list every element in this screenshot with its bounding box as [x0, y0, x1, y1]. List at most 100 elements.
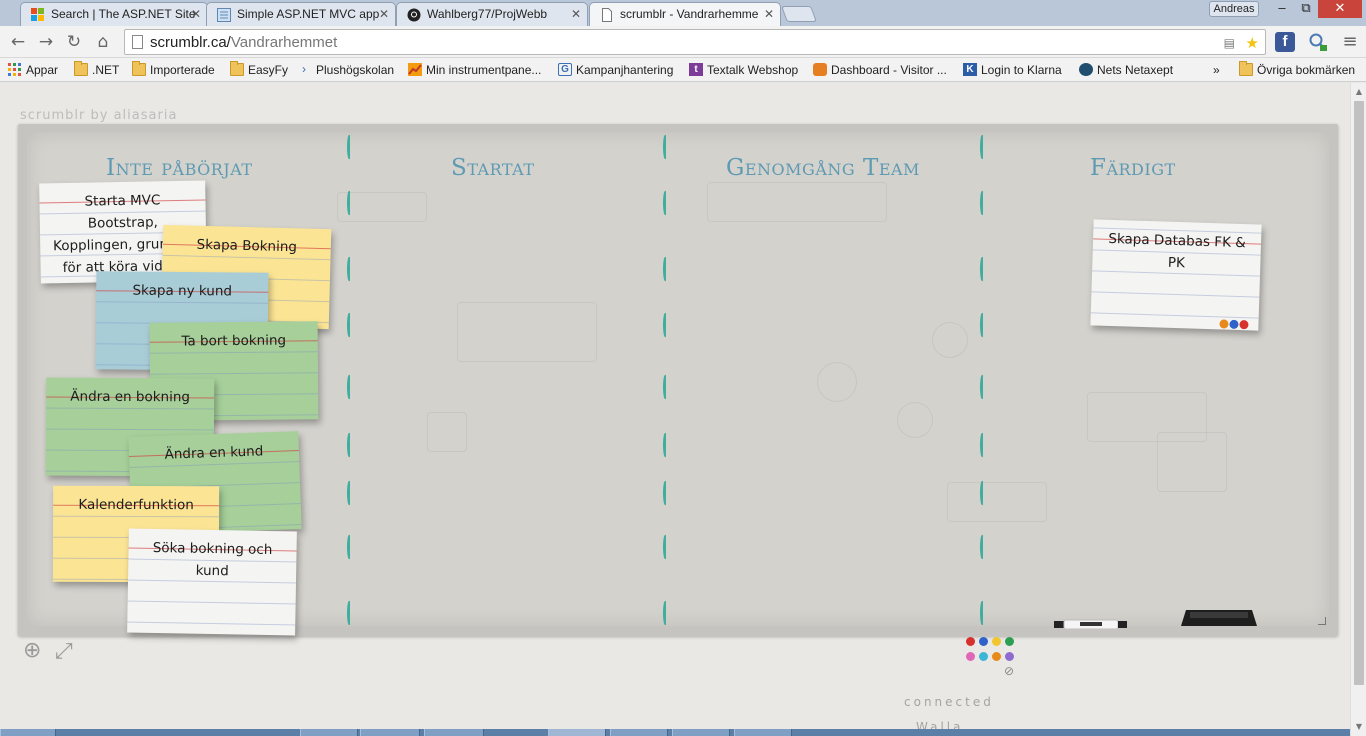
fullscreen-icon[interactable]: ⤢: [55, 641, 73, 663]
dashboard-icon: [813, 63, 827, 76]
bookmark-klarna[interactable]: K Login to Klarna: [963, 61, 1062, 79]
tab-simple-mvc[interactable]: Simple ASP.NET MVC app ✕: [206, 2, 396, 26]
taskbar-item[interactable]: [360, 729, 420, 736]
tab-title: Search | The ASP.NET Site: [51, 7, 196, 21]
user-profile-button[interactable]: Andreas: [1209, 1, 1259, 17]
bookmark-textalk[interactable]: t Textalk Webshop: [689, 61, 798, 79]
bookmark-easyfy[interactable]: EasyFy: [230, 61, 288, 79]
add-card-icon[interactable]: ⊕: [23, 640, 41, 662]
ghost-drawing: [1157, 432, 1227, 492]
minimize-button[interactable]: –: [1270, 0, 1294, 18]
bookmark-importerade[interactable]: Importerade: [132, 61, 215, 79]
folder-icon: [132, 61, 146, 76]
home-button[interactable]: ⌂: [93, 31, 113, 53]
scroll-up-icon[interactable]: ▲: [1354, 87, 1364, 97]
translate-icon[interactable]: ▤: [1224, 34, 1235, 52]
column-header-done[interactable]: Färdigt: [1090, 155, 1176, 181]
close-window-button[interactable]: ✕: [1318, 0, 1362, 18]
close-icon[interactable]: ✕: [764, 7, 774, 21]
cyan-color-icon[interactable]: [979, 652, 988, 661]
purple-color-icon[interactable]: [1005, 652, 1014, 661]
tab-asp-net-search[interactable]: Search | The ASP.NET Site ✕: [20, 2, 208, 26]
bookmark-dashboard-visitor[interactable]: Dashboard - Visitor ...: [813, 61, 947, 79]
brand-title[interactable]: scrumblr by aliasaria: [20, 108, 177, 123]
close-icon[interactable]: ✕: [571, 7, 581, 21]
red-color-icon[interactable]: [966, 637, 975, 646]
forward-button[interactable]: →: [36, 31, 56, 53]
address-bar[interactable]: scrumblr.ca/Vandrarhemmet ▤ ★: [124, 29, 1266, 55]
bookmark-instrumentpanel[interactable]: Min instrumentpane...: [408, 61, 541, 79]
column-header-not-started[interactable]: Inte påbörjat: [106, 155, 253, 181]
scroll-down-icon[interactable]: ▼: [1354, 722, 1364, 732]
orange-color-icon[interactable]: [992, 652, 1001, 661]
bookmark-kampanjhantering[interactable]: G Kampanjhantering: [558, 61, 673, 79]
scroll-thumb[interactable]: [1354, 101, 1364, 685]
yellow-color-icon[interactable]: [992, 637, 1001, 646]
bookmark-nets[interactable]: Nets Netaxept: [1079, 61, 1173, 79]
resize-handle-icon[interactable]: [1318, 617, 1326, 625]
magnifier-extension-icon[interactable]: [1308, 32, 1328, 52]
tab-title: Simple ASP.NET MVC app: [237, 7, 380, 21]
star-icon[interactable]: ★: [1246, 34, 1259, 52]
eraser-icon[interactable]: [1180, 608, 1258, 626]
card-soka-bokning-och-kund[interactable]: Söka bokning och kund: [127, 528, 297, 636]
green-color-icon[interactable]: [1005, 637, 1014, 646]
column-divider[interactable]: [979, 135, 987, 625]
blue-dot-icon[interactable]: [1229, 319, 1239, 329]
orange-dot-icon[interactable]: [1219, 319, 1229, 329]
column-divider[interactable]: [662, 135, 670, 625]
column-header-started[interactable]: Startat: [451, 155, 535, 181]
taskbar-item[interactable]: [610, 729, 668, 736]
tab-scrumblr[interactable]: scrumblr - Vandrarhemme ✕: [589, 2, 781, 26]
tab-github[interactable]: Wahlberg77/ProjWebb ✕: [396, 2, 588, 26]
card-skapa-databas[interactable]: Skapa Databas FK & PK: [1090, 219, 1262, 331]
taskbar-item[interactable]: [548, 729, 606, 736]
url-text: scrumblr.ca/Vandrarhemmet: [150, 34, 338, 51]
close-icon[interactable]: ✕: [379, 7, 389, 21]
blue-color-icon[interactable]: [979, 637, 988, 646]
menu-icon[interactable]: ≡: [1340, 31, 1360, 53]
taskbar-item[interactable]: [300, 729, 358, 736]
vertical-scrollbar[interactable]: ▲ ▼: [1350, 83, 1366, 736]
textalk-icon: t: [689, 63, 703, 76]
ghost-drawing: [897, 402, 933, 438]
taskbar-item[interactable]: [0, 729, 56, 736]
pink-color-icon[interactable]: [966, 652, 975, 661]
bookmark-plushogskolan[interactable]: › Plushögskolan: [302, 61, 394, 79]
taskbar-item[interactable]: [734, 729, 792, 736]
card-text: Skapa Databas FK & PK: [1108, 230, 1246, 272]
bookmark-dotnet[interactable]: .NET: [74, 61, 119, 79]
connection-status: connected: [904, 695, 994, 709]
close-icon[interactable]: ✕: [191, 7, 201, 21]
ghost-drawing: [427, 412, 467, 452]
column-header-team-review[interactable]: Genomgång Team: [726, 155, 920, 181]
card-text: Ta bort bokning: [181, 332, 287, 350]
taskbar-item[interactable]: [424, 729, 484, 736]
reload-button[interactable]: ↻: [64, 31, 84, 53]
marker-icon[interactable]: [1054, 614, 1128, 630]
github-icon: [407, 8, 421, 22]
tab-title: scrumblr - Vandrarhemme: [620, 7, 759, 21]
tab-strip: Search | The ASP.NET Site ✕ Simple ASP.N…: [0, 0, 1366, 26]
ghost-drawing: [947, 482, 1047, 522]
chart-icon: [408, 63, 422, 76]
bookmarks-overflow-button[interactable]: »: [1213, 61, 1220, 79]
browser-toolbar: ← → ↻ ⌂ scrumblr.ca/Vandrarhemmet ▤ ★ f …: [0, 26, 1366, 58]
tab-title: Wahlberg77/ProjWebb: [427, 7, 548, 21]
bookmark-appar[interactable]: Appar: [8, 61, 58, 79]
google-icon: G: [558, 63, 572, 76]
eraser-tool-icon[interactable]: ⊘: [1004, 664, 1014, 678]
column-divider[interactable]: [346, 135, 354, 625]
bookmark-other[interactable]: Övriga bokmärken: [1239, 61, 1355, 79]
taskbar-item[interactable]: [672, 729, 730, 736]
arrow-icon: ›: [302, 62, 306, 76]
ghost-drawing: [457, 302, 597, 362]
folder-icon: [74, 61, 88, 76]
card-color-dots[interactable]: [1219, 313, 1249, 330]
red-dot-icon[interactable]: [1239, 320, 1249, 330]
facebook-icon[interactable]: f: [1275, 32, 1295, 52]
new-tab-button[interactable]: [781, 6, 817, 22]
back-button[interactable]: ←: [8, 31, 28, 53]
card-text: Ändra en bokning: [70, 388, 191, 406]
maximize-button[interactable]: ⧉: [1294, 0, 1318, 18]
